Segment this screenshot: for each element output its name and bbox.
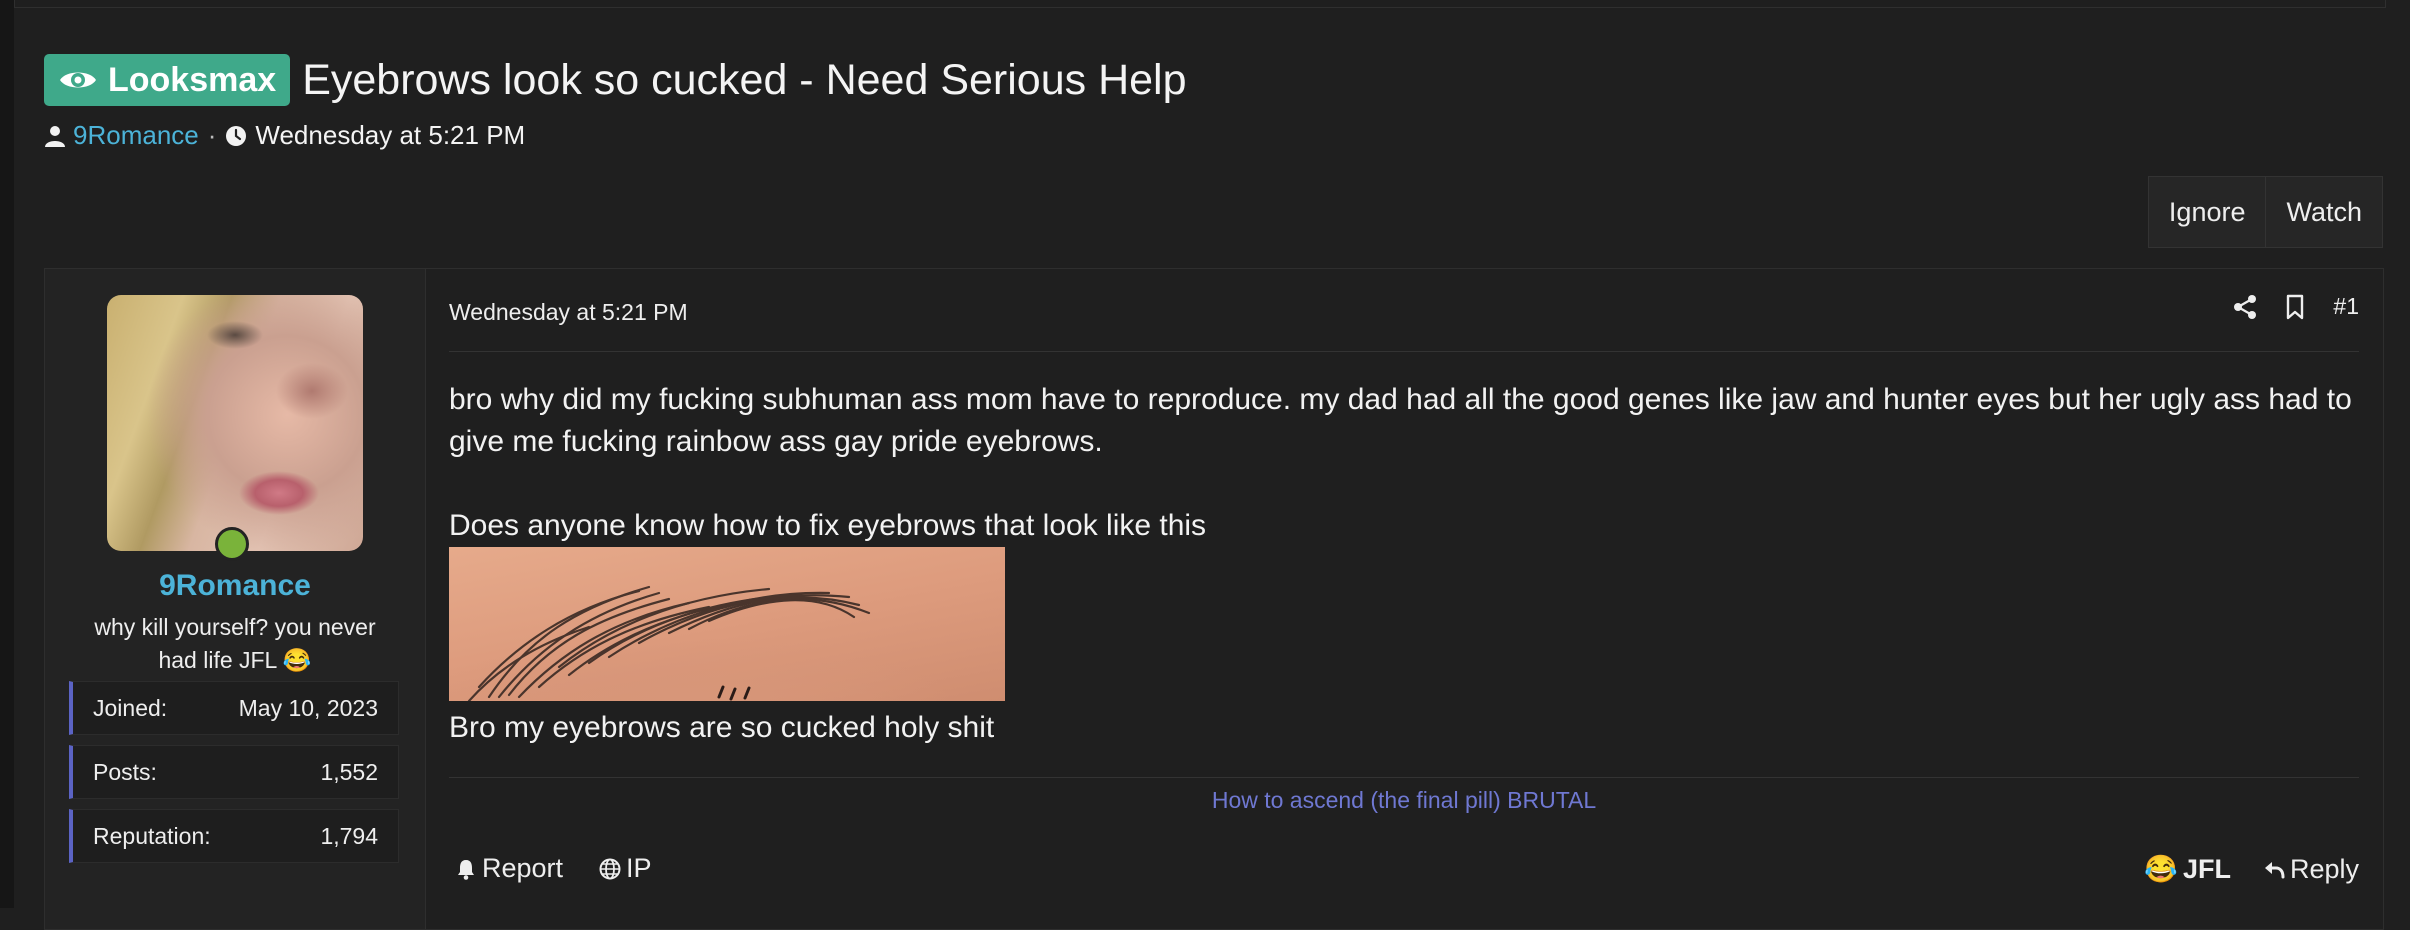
watch-button[interactable]: Watch [2265,177,2382,247]
meta-separator: · [207,120,217,150]
content-divider [449,351,2359,352]
eyebrow-hair-drawing [467,585,871,701]
thread-meta: 9Romance · Wednesday at 5:21 PM [44,120,525,151]
top-container-edge [14,0,2386,8]
left-edge-strip [0,0,14,908]
page-title: Eyebrows look so cucked - Need Serious H… [302,55,1187,104]
post-username[interactable]: 9Romance [45,569,425,603]
report-label: Report [482,853,564,883]
post-text-question: Does anyone know how to fix eyebrows tha… [449,509,1207,542]
reply-button[interactable]: Reply [2263,853,2359,885]
post-user-panel: 9Romance why kill yourself? you never ha… [45,269,426,929]
post-footer-right: 😂 JFL Reply [2144,853,2359,885]
user-icon [45,125,65,147]
bookmark-icon[interactable] [2283,294,2307,320]
globe-icon [599,858,621,879]
stat-label: Reputation: [93,822,211,849]
reaction-label: JFL [2182,853,2231,884]
post-footer-left: Report IP [455,853,652,884]
user-stat-joined: Joined: May 10, 2023 [69,681,399,735]
ip-label: IP [626,853,652,883]
post-content: Wednesday at 5:21 PM #1 bro why did my f… [449,269,2359,929]
laughing-emoji-icon: 😂 [2144,854,2178,884]
signature-divider [449,777,2359,778]
user-stat-posts: Posts: 1,552 [69,745,399,799]
post-message: 9Romance why kill yourself? you never ha… [44,268,2384,930]
bell-icon [458,859,474,880]
post-text-closing: Bro my eyebrows are so cucked holy shit [449,711,995,744]
user-stat-reputation: Reputation: 1,794 [69,809,399,863]
eyebrow-image[interactable] [449,547,1005,701]
user-title: why kill yourself? you never had life JF… [94,614,376,673]
prefix-label: Looksmax [108,60,277,99]
thread-author-link[interactable]: 9Romance [73,120,199,151]
stat-value: May 10, 2023 [238,694,378,721]
signature-link[interactable]: How to ascend (the final pill) BRUTAL [449,787,2359,814]
ip-button[interactable]: IP [599,853,652,884]
thread-action-buttons: Ignore Watch [2147,176,2383,248]
thread-date[interactable]: Wednesday at 5:21 PM [255,120,525,151]
stat-label: Joined: [93,694,168,721]
avatar[interactable] [107,295,363,551]
stat-value: 1,552 [320,758,378,785]
thread-header: Looksmax Eyebrows look so cucked - Need … [44,52,1187,108]
thread-prefix-badge[interactable]: Looksmax [44,54,291,106]
clock-icon [226,125,247,146]
stat-value: 1,794 [320,822,378,849]
reply-label: Reply [2289,853,2359,884]
jfl-reaction-button[interactable]: 😂 JFL [2144,853,2231,885]
post-text-paragraph: bro why did my fucking subhuman ass mom … [449,383,2352,458]
reply-arrow-icon [2264,862,2285,879]
post-number[interactable]: #1 [2333,293,2359,320]
post-actions: #1 [2233,293,2359,320]
eye-icon [60,72,96,88]
post-date[interactable]: Wednesday at 5:21 PM [449,299,688,326]
share-icon[interactable] [2233,294,2257,320]
report-button[interactable]: Report [455,853,563,884]
ignore-button[interactable]: Ignore [2148,177,2266,247]
stat-label: Posts: [93,758,157,785]
online-status-indicator [215,527,249,561]
